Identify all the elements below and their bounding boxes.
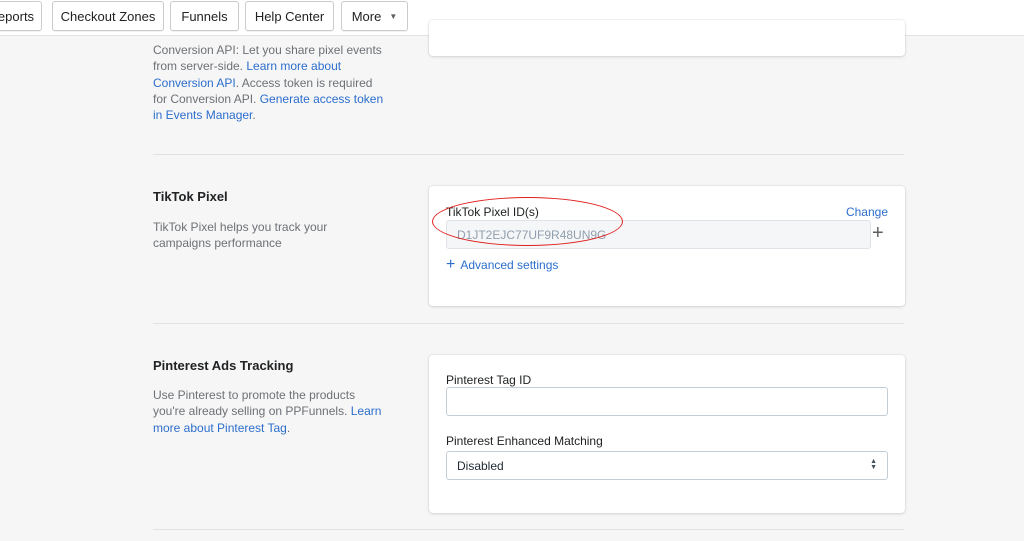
section-divider [153, 154, 904, 155]
nav-checkout-zones-label: Checkout Zones [60, 8, 156, 24]
conversion-api-text-3: . [252, 108, 256, 123]
tiktok-section-title: TikTok Pixel [153, 189, 228, 204]
nav-help-center-button[interactable]: Help Center [245, 1, 334, 31]
pinterest-section-title: Pinterest Ads Tracking [153, 358, 294, 373]
section-divider [153, 529, 904, 530]
nav-funnels-label: Funnels [181, 8, 228, 24]
caret-down-icon: ▼ [389, 11, 398, 21]
plus-icon[interactable]: + [872, 223, 884, 243]
nav-more-label: More [351, 8, 382, 24]
advanced-settings-link[interactable]: + Advanced settings [446, 256, 559, 273]
nav-more-button[interactable]: More ▼ [341, 1, 408, 31]
advanced-settings-label: Advanced settings [460, 258, 559, 272]
pinterest-card: Pinterest Tag ID Pinterest Enhanced Matc… [429, 355, 905, 513]
pinterest-matching-value: Disabled [457, 458, 504, 473]
pinterest-description: Use Pinterest to promote the products yo… [153, 387, 388, 436]
pinterest-tag-id-input[interactable] [446, 387, 888, 416]
nav-reports-label: eports [0, 8, 35, 24]
nav-reports-button[interactable]: eports [0, 1, 42, 31]
pinterest-matching-label: Pinterest Enhanced Matching [446, 434, 603, 448]
nav-checkout-zones-button[interactable]: Checkout Zones [52, 1, 164, 31]
select-arrows-icon: ▲ ▼ [870, 458, 877, 471]
nav-help-center-label: Help Center [254, 8, 325, 24]
tiktok-pixel-id-field[interactable]: D1JT2EJC77UF9R48UN9G [446, 220, 871, 249]
tiktok-card: TikTok Pixel ID(s) Change D1JT2EJC77UF9R… [429, 186, 905, 306]
conversion-api-card [429, 20, 905, 56]
pinterest-text-1: Use Pinterest to promote the products yo… [153, 388, 356, 419]
section-divider [153, 323, 904, 324]
tiktok-description: TikTok Pixel helps you track your campai… [153, 220, 328, 251]
conversion-api-description: Conversion API: Let you share pixel even… [153, 42, 388, 123]
tiktok-pixel-id-value: D1JT2EJC77UF9R48UN9G [457, 227, 607, 242]
plus-icon: + [446, 256, 456, 273]
tiktok-change-link[interactable]: Change [846, 205, 888, 219]
pinterest-tag-id-label: Pinterest Tag ID [446, 373, 532, 387]
pinterest-matching-select[interactable]: Disabled ▲ ▼ [446, 451, 888, 480]
pinterest-text-2: . [286, 420, 291, 435]
nav-funnels-button[interactable]: Funnels [170, 1, 239, 31]
tiktok-pixel-id-label: TikTok Pixel ID(s) [446, 205, 539, 219]
